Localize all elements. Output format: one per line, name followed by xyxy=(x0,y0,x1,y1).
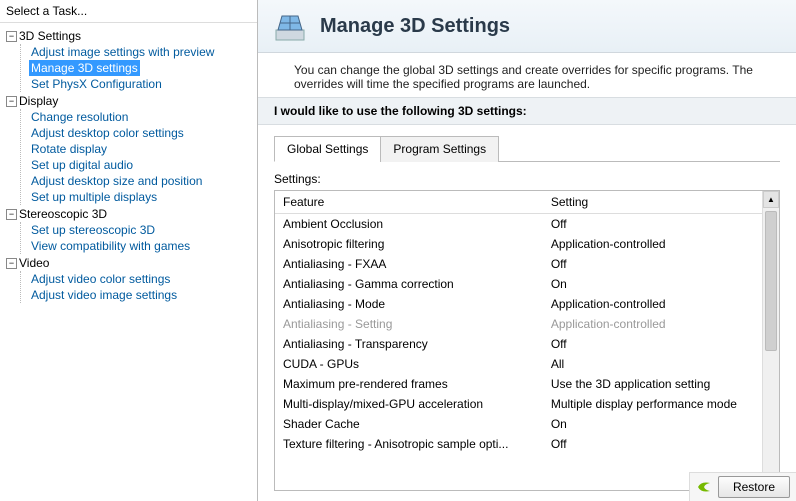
setting-cell[interactable]: Off xyxy=(543,334,762,354)
setting-cell[interactable]: Application-controlled xyxy=(543,234,762,254)
task-sidebar: Select a Task... −3D SettingsAdjust imag… xyxy=(0,0,258,501)
feature-cell: Antialiasing - Setting xyxy=(275,314,543,334)
tree-toggle[interactable]: − xyxy=(6,258,17,269)
feature-cell: Antialiasing - Mode xyxy=(275,294,543,314)
tree-item[interactable]: Set up multiple displays xyxy=(29,189,159,205)
setting-cell[interactable]: Off xyxy=(543,434,762,454)
table-row[interactable]: Antialiasing - SettingApplication-contro… xyxy=(275,314,762,334)
tree-item[interactable]: Set PhysX Configuration xyxy=(29,76,164,92)
vertical-scrollbar[interactable]: ▲ ▼ xyxy=(762,191,779,490)
tree-item[interactable]: Adjust video color settings xyxy=(29,271,172,287)
column-feature[interactable]: Feature xyxy=(275,191,543,214)
table-row[interactable]: Antialiasing - FXAAOff xyxy=(275,254,762,274)
feature-cell: CUDA - GPUs xyxy=(275,354,543,374)
tree-item[interactable]: Adjust desktop color settings xyxy=(29,125,186,141)
setting-cell[interactable]: On xyxy=(543,274,762,294)
feature-cell: Antialiasing - Gamma correction xyxy=(275,274,543,294)
tree-group-label[interactable]: 3D Settings xyxy=(19,29,81,43)
column-setting[interactable]: Setting xyxy=(543,191,762,214)
table-row[interactable]: Multi-display/mixed-GPU accelerationMult… xyxy=(275,394,762,414)
scroll-up-arrow[interactable]: ▲ xyxy=(763,191,779,208)
tab-global-settings[interactable]: Global Settings xyxy=(274,136,381,162)
feature-cell: Maximum pre-rendered frames xyxy=(275,374,543,394)
setting-cell[interactable]: Application-controlled xyxy=(543,314,762,334)
nvidia-logo-icon xyxy=(696,479,712,495)
settings-label: Settings: xyxy=(274,172,780,186)
tree-group-label[interactable]: Video xyxy=(19,256,49,270)
tree-item[interactable]: Change resolution xyxy=(29,109,130,125)
feature-cell: Shader Cache xyxy=(275,414,543,434)
feature-cell: Anisotropic filtering xyxy=(275,234,543,254)
tree-item[interactable]: Set up stereoscopic 3D xyxy=(29,222,157,238)
table-row[interactable]: CUDA - GPUsAll xyxy=(275,354,762,374)
settings-table-container: Feature Setting Ambient OcclusionOffAnis… xyxy=(274,190,780,491)
tree-group-label[interactable]: Display xyxy=(19,94,58,108)
table-row[interactable]: Antialiasing - TransparencyOff xyxy=(275,334,762,354)
sidebar-title: Select a Task... xyxy=(0,0,257,23)
feature-cell: Texture filtering - Anisotropic sample o… xyxy=(275,434,543,454)
tree-group-label[interactable]: Stereoscopic 3D xyxy=(19,207,107,221)
tree-item[interactable]: Adjust desktop size and position xyxy=(29,173,204,189)
content-area: Manage 3D Settings You can change the gl… xyxy=(258,0,796,501)
page-title: Manage 3D Settings xyxy=(320,15,510,38)
table-row[interactable]: Antialiasing - Gamma correctionOn xyxy=(275,274,762,294)
table-row[interactable]: Maximum pre-rendered framesUse the 3D ap… xyxy=(275,374,762,394)
scroll-thumb[interactable] xyxy=(765,211,777,351)
task-tree: −3D SettingsAdjust image settings with p… xyxy=(0,23,257,501)
table-row[interactable]: Antialiasing - ModeApplication-controlle… xyxy=(275,294,762,314)
tree-item[interactable]: Adjust video image settings xyxy=(29,287,179,303)
setting-cell[interactable]: On xyxy=(543,414,762,434)
tab-program-settings[interactable]: Program Settings xyxy=(380,136,499,162)
settings-table: Feature Setting Ambient OcclusionOffAnis… xyxy=(275,191,762,454)
tree-toggle[interactable]: − xyxy=(6,96,17,107)
setting-cell[interactable]: Off xyxy=(543,254,762,274)
setting-cell[interactable]: Use the 3D application setting xyxy=(543,374,762,394)
restore-button[interactable]: Restore xyxy=(718,476,790,498)
table-row[interactable]: Anisotropic filteringApplication-control… xyxy=(275,234,762,254)
setting-cell[interactable]: Multiple display performance mode xyxy=(543,394,762,414)
setting-cell[interactable]: Application-controlled xyxy=(543,294,762,314)
tree-item[interactable]: Adjust image settings with preview xyxy=(29,44,216,60)
tree-toggle[interactable]: − xyxy=(6,31,17,42)
setting-cell[interactable]: All xyxy=(543,354,762,374)
feature-cell: Multi-display/mixed-GPU acceleration xyxy=(275,394,543,414)
footer-bar: Restore xyxy=(689,472,796,501)
feature-cell: Antialiasing - Transparency xyxy=(275,334,543,354)
setting-cell[interactable]: Off xyxy=(543,214,762,235)
tree-item[interactable]: View compatibility with games xyxy=(29,238,192,254)
page-header: Manage 3D Settings xyxy=(258,0,796,53)
feature-cell: Ambient Occlusion xyxy=(275,214,543,235)
tree-toggle[interactable]: − xyxy=(6,209,17,220)
table-row[interactable]: Shader CacheOn xyxy=(275,414,762,434)
settings-tabs: Global SettingsProgram Settings xyxy=(274,135,780,162)
section-heading: I would like to use the following 3D set… xyxy=(258,97,796,125)
feature-cell: Antialiasing - FXAA xyxy=(275,254,543,274)
tree-item[interactable]: Manage 3D settings xyxy=(29,60,140,76)
tree-item[interactable]: Set up digital audio xyxy=(29,157,135,173)
table-row[interactable]: Ambient OcclusionOff xyxy=(275,214,762,235)
table-row[interactable]: Texture filtering - Anisotropic sample o… xyxy=(275,434,762,454)
page-description: You can change the global 3D settings an… xyxy=(258,53,796,97)
settings-3d-icon xyxy=(272,8,308,44)
tree-item[interactable]: Rotate display xyxy=(29,141,109,157)
